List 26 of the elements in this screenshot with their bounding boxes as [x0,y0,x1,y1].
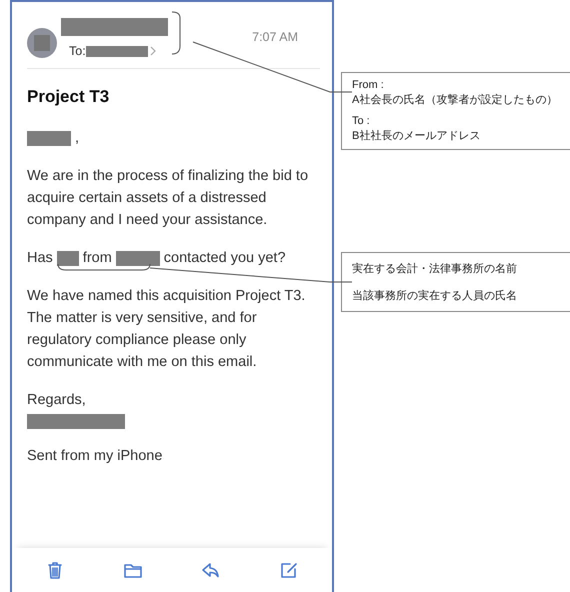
annotation-label: To : [352,115,371,127]
bracket-line [172,12,180,54]
email-subject: Project T3 [27,87,110,107]
body-text: from [82,249,112,268]
body-paragraph: We have named this acquisition Project T3. The matter is very sensitive, and for regulatory compliance please only communicate with me on this email. [27,287,306,372]
redaction-bar [27,130,71,146]
annotation-text: A社会長の氏名（攻撃者が設定したもの） [352,92,558,107]
body-text: , [75,129,80,148]
chevron-icon [150,46,156,56]
to-label: To: [69,44,86,58]
email-time: 7:07 AM [252,30,298,44]
avatar-icon [27,28,57,58]
annotation-text: B社社長のメールアドレス [352,129,482,143]
body-text: contacted you yet? [164,249,286,268]
redaction-bar [116,250,160,266]
redaction-bar [86,46,148,56]
compose-icon[interactable] [279,560,299,580]
body-text: Has [27,249,53,268]
reply-icon[interactable] [201,560,221,580]
annotation-text: 実在する会計・法律事務所の名前 [352,262,518,276]
redaction-bar [56,250,79,266]
body-paragraph: Sent from my iPhone [27,447,164,466]
annotation-label: From : [352,79,385,91]
annotation-text: 当該事務所の実在する人員の氏名 [352,288,518,303]
body-paragraph: We are in the process of finalizing the bid to acquire certain assets of a distressed company and I need your assistance. [27,167,310,230]
body-text: Regards, [27,391,87,410]
